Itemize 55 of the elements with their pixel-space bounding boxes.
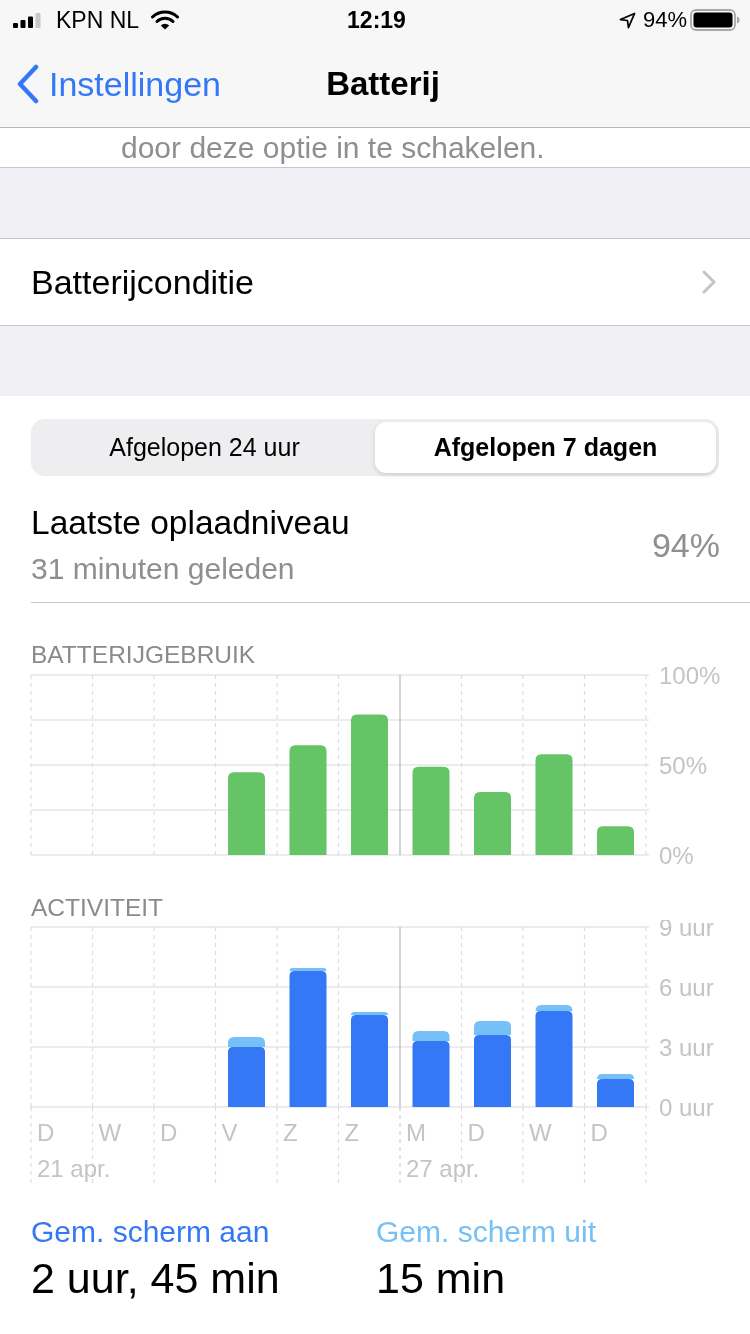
date-label: 21 apr. (37, 1154, 111, 1182)
day-label: Z (283, 1118, 298, 1146)
location-arrow-icon (618, 11, 636, 29)
day-label: Z (344, 1118, 360, 1146)
y-axis-label: 100% (659, 667, 721, 689)
screen-on-bar (228, 1047, 265, 1107)
signal-icon (13, 12, 41, 28)
screen-off-bar (289, 968, 327, 971)
footnote-text: door deze optie in te schakelen. (121, 130, 545, 165)
day-label: D (590, 1118, 608, 1146)
average-time: 15 min (376, 1255, 506, 1301)
day-label: D (467, 1118, 485, 1146)
screen-off-bar (535, 1005, 573, 1011)
y-axis-label: 3 uur (659, 1033, 714, 1061)
date-label: 27 apr. (406, 1154, 480, 1182)
battery-health-row[interactable]: Batterijconditie (0, 238, 750, 326)
battery-icon (690, 9, 740, 31)
screen-on-bar (597, 1079, 634, 1107)
last-charge-title: Laatste oplaadniveau (31, 503, 350, 543)
day-label: W (98, 1118, 122, 1146)
screen-on-bar (412, 1041, 450, 1107)
carrier-name: KPN NL (56, 7, 140, 33)
page-title: Batterij (326, 63, 440, 104)
chevron-left-icon (16, 63, 40, 104)
screen-off-bar (412, 1031, 450, 1041)
legend-label: Gem. scherm uit (376, 1215, 597, 1249)
battery-usage-bar (597, 826, 634, 855)
segment-tab[interactable]: Afgelopen 7 dagen (375, 422, 716, 473)
screen-off-bar (474, 1021, 511, 1035)
average-time: 2 uur, 45 min (31, 1255, 280, 1301)
y-axis-label: 0% (659, 841, 694, 867)
screen-off-bar (228, 1037, 265, 1047)
screen-on-bar (474, 1035, 511, 1107)
wifi-icon (151, 10, 180, 30)
chart-title: BATTERIJGEBRUIK (31, 643, 256, 667)
battery-usage-bar (474, 792, 511, 855)
y-axis-label: 0 uur (659, 1093, 714, 1121)
y-axis-label: 50% (659, 751, 708, 779)
clock-time: 12:19 (347, 7, 406, 33)
chart-title: ACTIVITEIT (31, 896, 164, 920)
day-label: D (37, 1118, 55, 1146)
legend-label: Gem. scherm aan (31, 1215, 270, 1249)
last-charge-value: 94% (651, 525, 720, 565)
day-label: M (406, 1118, 426, 1146)
segment-tab[interactable]: Afgelopen 24 uur (34, 422, 375, 473)
day-label: V (221, 1118, 238, 1146)
screen-off-bar (351, 1012, 388, 1015)
back-button[interactable]: Instellingen (16, 63, 221, 104)
last-charge-time: 31 minuten geleden (31, 551, 296, 587)
screen-off-bar (597, 1074, 634, 1079)
day-label: W (529, 1118, 552, 1146)
battery-percentage: 94% (642, 7, 687, 33)
day-label: D (160, 1118, 178, 1146)
y-axis-label: 6 uur (659, 973, 714, 1001)
chevron-right-icon (702, 270, 716, 294)
